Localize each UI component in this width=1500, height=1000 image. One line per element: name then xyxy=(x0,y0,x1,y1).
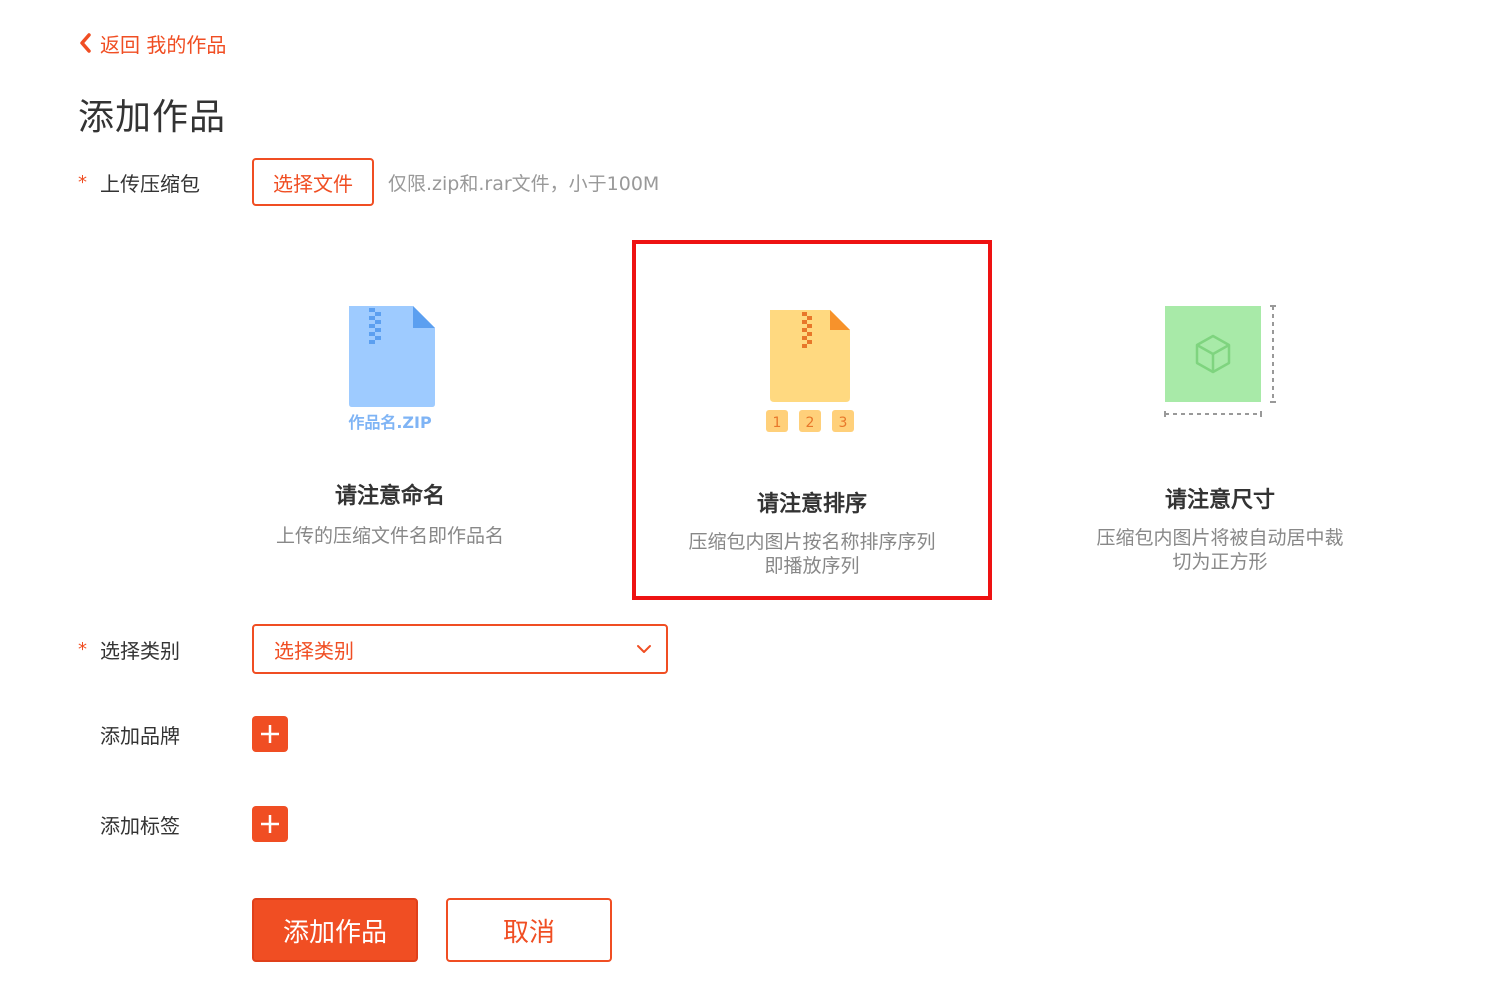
zip-file-icon: 作品名.ZIP xyxy=(210,300,570,440)
tags-label: 添加标签 xyxy=(100,813,180,838)
back-link-label: 返回 我的作品 xyxy=(100,32,227,57)
category-select-value: 选择类别 xyxy=(274,638,354,663)
square-crop-icon xyxy=(1040,304,1400,444)
upload-label: 上传压缩包 xyxy=(100,171,200,196)
add-brand-button[interactable] xyxy=(252,716,288,752)
upload-hint: 仅限.zip和.rar文件，小于100M xyxy=(388,172,660,195)
select-file-button[interactable]: 选择文件 xyxy=(252,158,374,206)
required-mark: * xyxy=(78,171,87,193)
sequence-number: 3 xyxy=(839,415,848,431)
page-title: 添加作品 xyxy=(78,97,227,138)
category-label: 选择类别 xyxy=(100,638,180,663)
chevron-down-icon xyxy=(637,645,651,653)
submit-button[interactable]: 添加作品 xyxy=(252,898,418,962)
category-select[interactable]: 选择类别 xyxy=(252,624,668,674)
upload-row: * 上传压缩包 选择文件 仅限.zip和.rar文件，小于100M xyxy=(78,158,659,206)
tip-card-ordering: 1 2 3 请注意排序 压缩包内图片按名称排序序列 即播放序列 xyxy=(632,240,992,600)
sequence-number: 1 xyxy=(773,415,782,431)
cancel-button[interactable]: 取消 xyxy=(446,898,612,962)
plus-icon xyxy=(261,725,279,743)
category-row: * 选择类别 选择类别 xyxy=(78,624,668,674)
brand-row: 添加品牌 xyxy=(78,716,288,752)
zip-file-caption: 作品名.ZIP xyxy=(348,413,432,432)
zip-sequence-icon: 1 2 3 xyxy=(636,308,988,448)
tip-card-size: 请注意尺寸 压缩包内图片将被自动居中裁 切为正方形 xyxy=(1040,240,1400,600)
required-mark: * xyxy=(78,638,87,660)
tip-description: 压缩包内图片将被自动居中裁 切为正方形 xyxy=(1096,527,1344,573)
add-tag-button[interactable] xyxy=(252,806,288,842)
tip-description: 上传的压缩文件名即作品名 xyxy=(275,525,504,547)
back-link[interactable]: 返回 我的作品 xyxy=(78,28,226,58)
sequence-number: 2 xyxy=(806,415,815,431)
brand-label: 添加品牌 xyxy=(100,723,180,748)
tip-card-naming: 作品名.ZIP 请注意命名 上传的压缩文件名即作品名 xyxy=(210,240,570,600)
chevron-left-icon xyxy=(80,33,91,53)
tags-row: 添加标签 xyxy=(78,806,288,842)
tip-description: 压缩包内图片按名称排序序列 即播放序列 xyxy=(688,531,936,577)
tip-title: 请注意尺寸 xyxy=(1164,488,1275,513)
plus-icon xyxy=(261,815,279,833)
tip-title: 请注意命名 xyxy=(334,484,445,509)
tip-title: 请注意排序 xyxy=(756,492,867,517)
